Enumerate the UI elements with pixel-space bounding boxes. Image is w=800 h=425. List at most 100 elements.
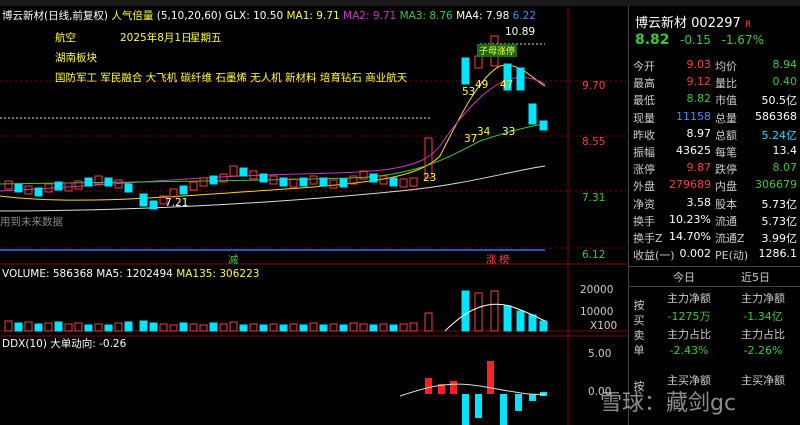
volume-bar — [379, 323, 388, 332]
stock-name: 博云新材 — [635, 16, 688, 31]
candle — [239, 167, 248, 177]
volume-bar — [179, 322, 188, 332]
candle — [14, 183, 23, 193]
volume-bar — [149, 322, 158, 332]
candle — [539, 120, 548, 131]
quote-label: 昨收 — [633, 128, 655, 142]
volume-bar — [14, 322, 23, 332]
volume-bar — [503, 305, 512, 332]
volume-bar — [389, 324, 398, 332]
volume-bar — [399, 323, 408, 332]
quote-value: 8.97 — [686, 126, 712, 140]
candle — [229, 165, 238, 177]
volume-bar — [279, 324, 288, 332]
candle — [309, 175, 318, 185]
sector-label-1: 航空 — [55, 32, 76, 44]
ma1-value: MA1: 9.71 — [286, 10, 340, 22]
volume-bar — [474, 292, 483, 332]
ma3-value: MA3: 8.76 — [399, 10, 453, 22]
tab-today[interactable]: 今日 — [673, 269, 695, 285]
volume-bar — [349, 322, 358, 332]
candle — [84, 177, 93, 187]
weekday-label: 星期五 — [190, 32, 222, 44]
candle — [329, 179, 338, 189]
quote-value: 43625 — [676, 144, 711, 157]
volume-bar — [249, 323, 258, 332]
volume-bar — [219, 323, 228, 332]
volume-bar — [339, 324, 348, 332]
candle — [399, 178, 408, 188]
volume-bar — [34, 323, 43, 332]
candle — [409, 177, 418, 187]
volume-bar — [189, 323, 198, 332]
candle — [461, 57, 470, 85]
quote-value: 5.73亿 — [761, 214, 798, 228]
future-data-note: 用到未来数据 — [0, 216, 63, 228]
candle — [319, 177, 328, 187]
quote-value: 306679 — [755, 178, 797, 192]
volume-bar — [369, 324, 378, 332]
reduce-tag: 减 — [228, 254, 239, 266]
candle — [474, 55, 483, 69]
quote-value: 13.4 — [772, 144, 798, 157]
chart-canvas — [0, 6, 628, 425]
ddx-title: DDX(10) 大单动向: -0.26 — [2, 338, 127, 350]
sector-label-2: 湖南板块 — [55, 52, 97, 64]
tab-5day[interactable]: 近5日 — [741, 269, 770, 285]
volume-bar — [44, 322, 53, 332]
quote-value: 586368 — [755, 109, 797, 123]
side-label-trade: 按买卖单 — [633, 299, 645, 357]
candle — [179, 185, 188, 195]
candle — [74, 180, 83, 190]
volume-bar — [104, 324, 113, 332]
main-ratio-value-5d: -2.26% — [743, 344, 783, 357]
main-net-label: 主力净额 — [667, 292, 711, 305]
volume-bar — [490, 290, 499, 332]
ddx-bar — [500, 394, 507, 425]
quote-label: 收益(一) — [633, 249, 675, 263]
quote-value: 0.40 — [772, 75, 798, 89]
volume-bar — [329, 323, 338, 332]
volume-tick: 10000 — [580, 306, 614, 318]
volume-bar — [74, 322, 83, 332]
price-tick: 7.31 — [582, 192, 606, 204]
segment-label: 33 — [502, 126, 516, 138]
volume-bar — [516, 310, 525, 332]
quote-value: 5.24亿 — [761, 128, 798, 142]
volume-bar — [528, 314, 537, 332]
segment-label: 49 — [475, 79, 489, 91]
ddx-bar — [529, 394, 536, 401]
quote-value: 14.70% — [669, 230, 711, 243]
quote-value: 3.58 — [686, 195, 712, 209]
segment-label: 34 — [477, 126, 491, 138]
ddx-bar — [475, 394, 482, 418]
ddx-bar — [462, 394, 469, 425]
volume-ma135: MA135: 306223 — [176, 268, 260, 280]
volume-bar — [461, 290, 470, 332]
volume-tick: 20000 — [580, 284, 614, 296]
quote-value: 9.87 — [686, 161, 712, 175]
volume-bar — [299, 324, 308, 332]
stock-code: 002297 — [691, 16, 741, 31]
volume-bar — [159, 323, 168, 332]
volume-bar — [319, 324, 328, 332]
candle — [54, 181, 63, 191]
quote-label: 现量 — [633, 111, 655, 125]
ddx-bar-group — [425, 361, 547, 425]
volume-bar — [114, 322, 123, 332]
main-ratio-label-5d: 主力占比 — [741, 328, 785, 341]
volume-bar — [199, 324, 208, 332]
volume-ma5: MA5: 1202494 — [96, 268, 173, 280]
quote-label: 振幅 — [633, 146, 655, 159]
quote-value: 8.07 — [772, 161, 798, 175]
candle — [516, 67, 525, 91]
glx-value: GLX: 10.50 — [225, 10, 284, 22]
main-ratio-value: -2.43% — [669, 344, 709, 357]
volume-bar — [94, 323, 103, 332]
quote-value: 8.94 — [772, 58, 798, 71]
quote-label: 净资 — [633, 197, 655, 211]
quote-label: 今开 — [633, 60, 655, 73]
price-change-pct: -1.67% — [721, 33, 764, 47]
kline-chart[interactable]: 博云新材(日线,前复权) 人气倍量 (5,10,20,60) GLX: 10.5… — [0, 6, 628, 425]
quote-value: 5.73亿 — [761, 197, 798, 211]
